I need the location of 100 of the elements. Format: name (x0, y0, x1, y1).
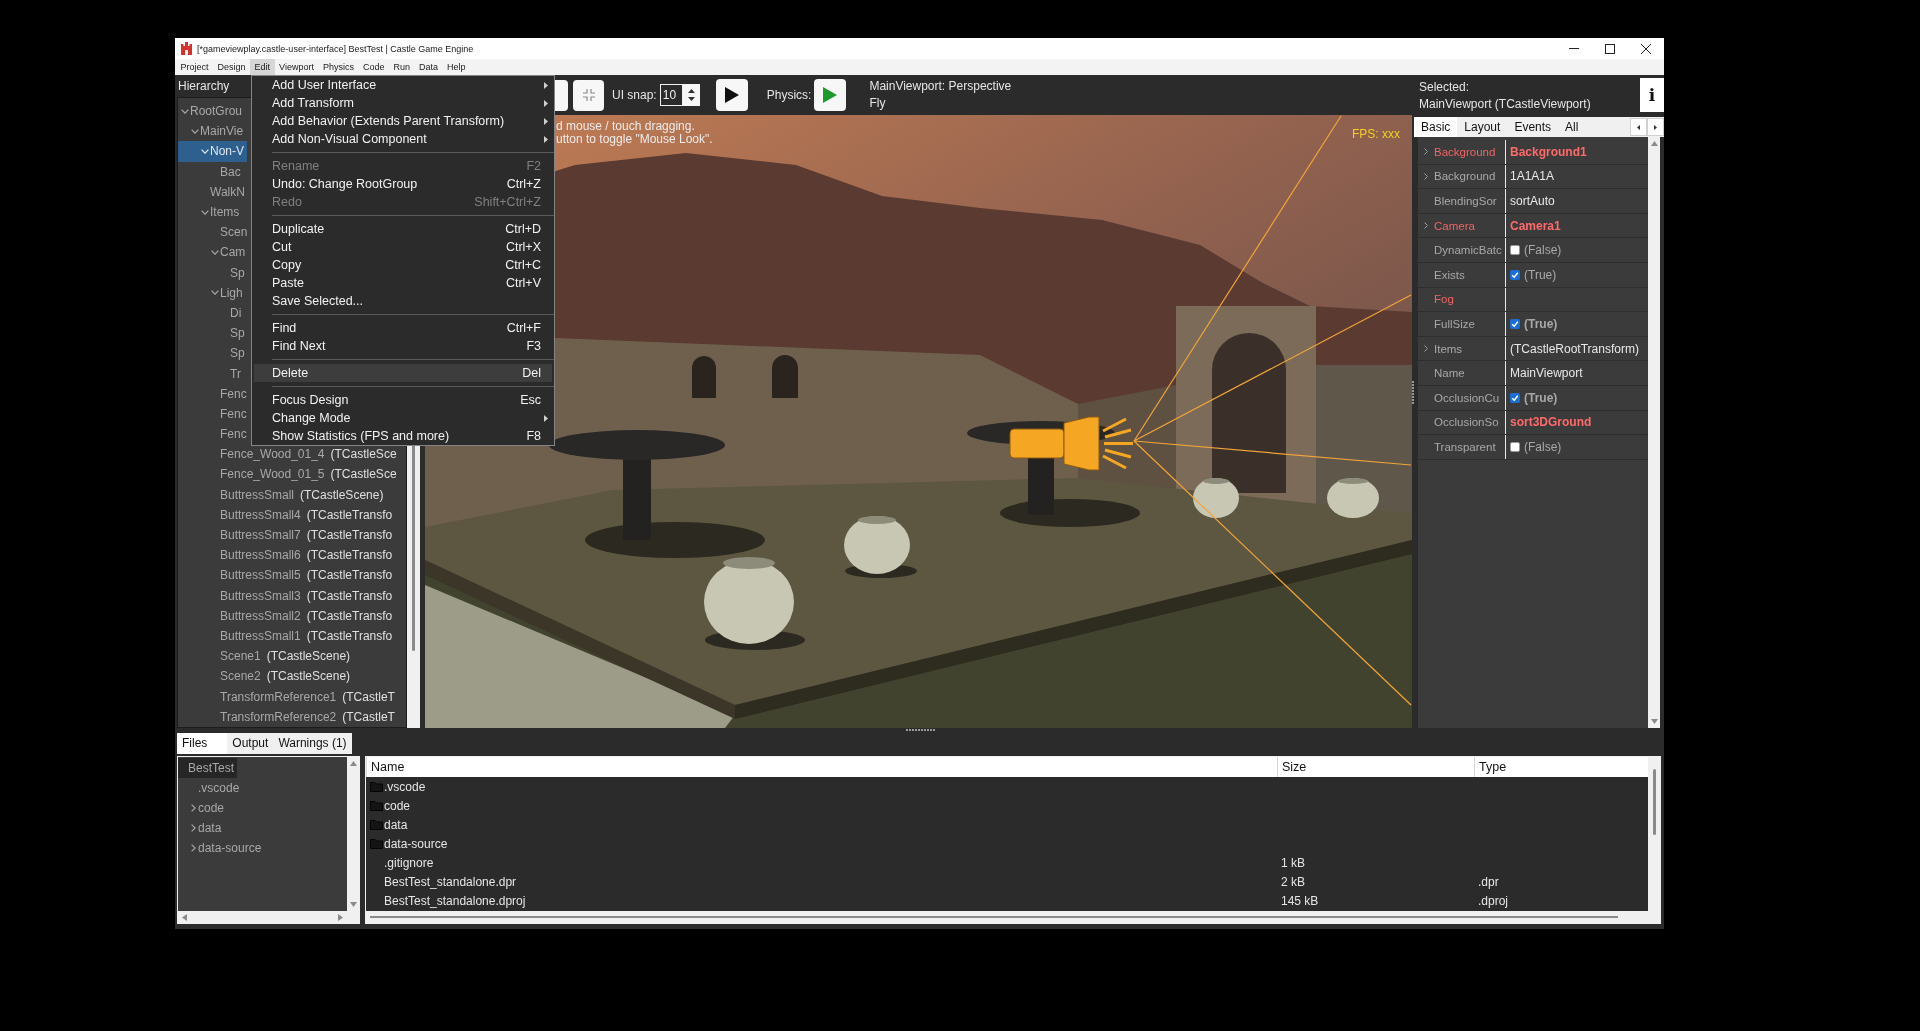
tree-item[interactable]: ButtressSmall6 (TCastleTransfo (178, 545, 396, 566)
file-type: .dpr (1478, 874, 1499, 889)
tree-item[interactable]: ButtressSmall7 (TCastleTransfo (178, 524, 396, 546)
arrow-down-icon (1650, 719, 1658, 724)
tree-item[interactable]: Tr (178, 363, 244, 384)
tree-item[interactable]: TransformReference1 (TCastleT (178, 686, 398, 707)
flashlight-icon (1009, 416, 1133, 471)
info-button[interactable]: i (1640, 78, 1664, 112)
menu-item[interactable]: Add Behavior (Extends Parent Transform) (252, 112, 554, 130)
menu-item[interactable]: Change Mode (252, 409, 554, 427)
tab[interactable]: Files (177, 733, 228, 754)
menu-bar-item[interactable]: Project (176, 59, 213, 75)
menu-item[interactable]: Paste Ctrl+V (252, 274, 554, 292)
tab[interactable]: Warnings (1) (273, 733, 352, 754)
checkbox[interactable] (1510, 269, 1520, 280)
tree-item[interactable]: ButtressSmall (TCastleScene) (178, 484, 387, 505)
menu-item[interactable]: Add Transform (252, 94, 554, 112)
tree-item[interactable]: data-source (178, 838, 265, 858)
tree-item[interactable]: Fence_Wood_01_4 (TCastleSce (178, 444, 400, 465)
tree-item[interactable]: Scen (178, 222, 251, 243)
scroll-right-button[interactable] (1647, 118, 1664, 136)
tree-item[interactable]: Fenc (178, 403, 250, 424)
menu-item[interactable]: Focus Design Esc (252, 391, 554, 409)
tree-item[interactable]: Scene2 (TCastleScene) (178, 666, 354, 687)
column-header[interactable]: Type (1474, 757, 1648, 777)
menu-bar-item[interactable]: Help (442, 59, 470, 75)
property-value: (True) (1524, 316, 1558, 331)
menu-item[interactable]: Find Ctrl+F (252, 319, 554, 337)
tree-item[interactable]: Fenc (178, 383, 250, 404)
menu-bar-item[interactable]: Physics (318, 59, 359, 75)
menu-bar-item[interactable]: Design (213, 59, 251, 75)
tree-item[interactable]: Items (178, 201, 243, 223)
property-value: Background1 (1510, 144, 1587, 159)
menu-bar-item[interactable]: Edit (250, 59, 275, 75)
tree-item[interactable]: Di (178, 302, 245, 324)
tree-item[interactable]: Non-V (178, 141, 247, 162)
menu-item[interactable]: Find Next F3 (252, 337, 554, 355)
arrow-right-icon (338, 913, 343, 921)
property-name: FullSize (1434, 317, 1475, 330)
physics-play-button[interactable] (814, 79, 847, 111)
tree-item[interactable]: MainVie (178, 121, 247, 142)
tree-item[interactable]: ButtressSmall2 (TCastleTransfo (178, 605, 396, 626)
menu-bar-item[interactable]: Viewport (274, 59, 319, 75)
menu-item[interactable]: Undo: Change RootGroup Ctrl+Z (252, 175, 554, 193)
menu-item[interactable]: Copy Ctrl+C (252, 256, 554, 274)
checkbox[interactable] (1510, 318, 1520, 329)
tree-item[interactable]: Ligh (178, 282, 246, 303)
menu-bar-item[interactable]: Code (358, 59, 389, 75)
column-header[interactable]: Name (366, 757, 1277, 777)
file-name: BestTest_standalone.dproj (384, 893, 526, 908)
scrollbar-thumb[interactable] (370, 916, 1618, 918)
tree-item[interactable]: ButtressSmall3 (TCastleTransfo (178, 585, 396, 606)
tree-item[interactable]: Cam (178, 242, 249, 263)
column-header[interactable]: Size (1277, 757, 1474, 777)
checkbox[interactable] (1510, 441, 1520, 452)
tree-item[interactable]: TransformReference2 (TCastleT (178, 706, 398, 727)
tab[interactable]: Basic (1414, 117, 1458, 137)
menu-item[interactable]: Delete Del (254, 364, 552, 382)
play-icon (724, 87, 739, 103)
menu-item[interactable]: Add Non-Visual Component (252, 130, 554, 148)
property-value: (False) (1524, 439, 1562, 454)
tree-item[interactable]: BestTest (178, 758, 238, 778)
toolbar-button[interactable] (555, 79, 568, 111)
tree-item[interactable]: data (178, 818, 225, 838)
tree-item[interactable]: RootGrou (178, 101, 246, 122)
snap-input[interactable]: 10 (659, 84, 683, 106)
toolbar-button[interactable] (573, 79, 604, 111)
physics-label: Physics: (766, 88, 812, 102)
menu-item[interactable]: Duplicate Ctrl+D (252, 220, 554, 238)
tree-item[interactable]: ButtressSmall1 (TCastleTransfo (178, 625, 396, 647)
tree-item[interactable]: WalkN (178, 181, 248, 202)
scroll-left-button[interactable] (1630, 118, 1647, 136)
scrollbar[interactable] (1648, 137, 1660, 728)
tree-item[interactable]: Scene1 (TCastleScene) (178, 646, 354, 667)
checkbox[interactable] (1510, 245, 1520, 256)
menu-bar-item[interactable]: Data (414, 59, 443, 75)
tree-item[interactable]: .vscode (178, 778, 243, 798)
arrow-down-icon (687, 97, 695, 101)
menu-item[interactable]: Add User Interface (252, 76, 554, 94)
tree-item[interactable]: ButtressSmall5 (TCastleTransfo (178, 565, 396, 586)
tree-item[interactable]: Sp (178, 262, 248, 283)
menu-bar-item[interactable]: Run (388, 59, 415, 75)
menu-item[interactable]: Cut Ctrl+X (252, 238, 554, 256)
tree-item[interactable]: Sp (178, 343, 248, 364)
tree-item[interactable]: Fenc (178, 424, 250, 445)
property-name: OcclusionCu (1434, 391, 1500, 404)
tree-item[interactable]: Sp (178, 323, 248, 344)
arrow-up-icon (1650, 141, 1658, 146)
menu-item[interactable]: Save Selected... (252, 292, 554, 310)
menu-item[interactable]: Show Statistics (FPS and more) F8 (252, 427, 554, 445)
folder-icon (370, 800, 383, 811)
play-button[interactable] (715, 79, 748, 111)
scrollbar-thumb[interactable] (1652, 769, 1656, 835)
tree-item[interactable]: ButtressSmall4 (TCastleTransfo (178, 504, 396, 525)
tree-item[interactable]: Fence_Wood_01_5 (TCastleSce (178, 464, 400, 485)
tree-item[interactable]: Bac (178, 161, 244, 182)
tree-item[interactable]: code (178, 798, 228, 818)
folder-icon (370, 838, 383, 849)
checkbox[interactable] (1510, 392, 1520, 403)
tab[interactable]: Output (227, 733, 274, 754)
